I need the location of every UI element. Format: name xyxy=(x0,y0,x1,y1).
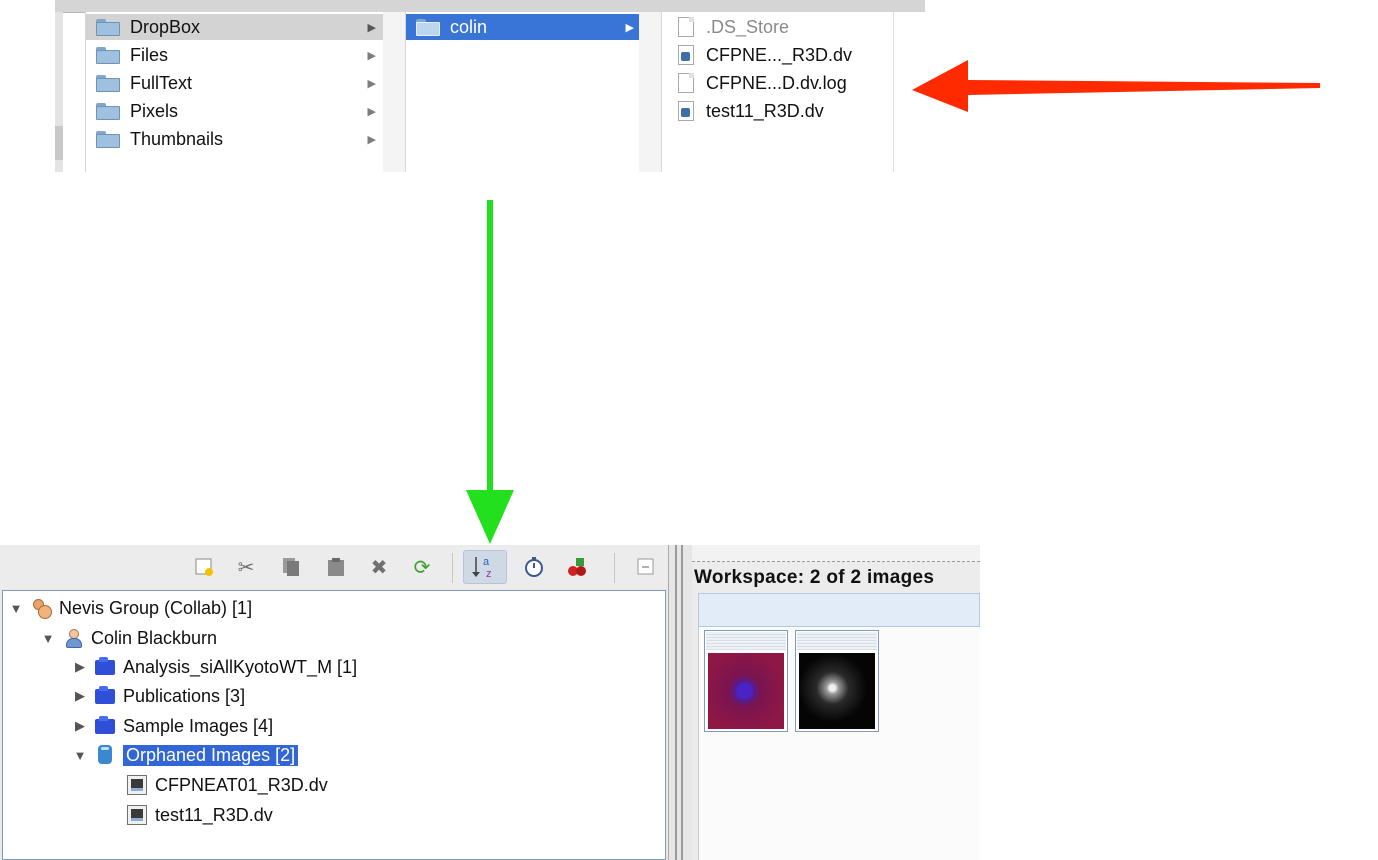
svg-text:a: a xyxy=(483,556,490,568)
tree-node-label: CFPNEAT01_R3D.dv xyxy=(155,774,328,795)
image-thumbnail[interactable] xyxy=(704,630,788,732)
data-manager-panel: ✂ ✖ ⟳ az ▼ Nevis Group (Collab) [1] ▼ Co… xyxy=(0,545,668,860)
thumbnail-image xyxy=(708,653,784,729)
expand-triangle-icon[interactable]: ▼ xyxy=(73,748,87,763)
tree-toolbar: ✂ ✖ ⟳ az xyxy=(0,545,668,589)
tree-node-orphaned-images[interactable]: ▼ Orphaned Images [2] xyxy=(73,741,299,769)
workspace-header-bar xyxy=(698,593,980,627)
project-folder-icon xyxy=(95,657,115,677)
new-container-icon[interactable] xyxy=(190,553,218,581)
orphaned-images-icon xyxy=(95,745,115,765)
workspace-top-edge xyxy=(692,545,980,562)
expand-triangle-icon[interactable]: ▼ xyxy=(41,631,55,646)
paste-icon[interactable] xyxy=(322,553,350,581)
tree-node-label: Colin Blackburn xyxy=(91,627,218,648)
tree-node-project[interactable]: ▶ Publications [3] xyxy=(73,682,245,710)
svg-text:z: z xyxy=(486,568,492,580)
tree-node-group[interactable]: ▼ Nevis Group (Collab) [1] xyxy=(9,594,252,622)
delete-icon[interactable]: ✖ xyxy=(365,553,393,581)
timer-icon[interactable] xyxy=(520,553,548,581)
workspace-title: Workspace: 2 of 2 images xyxy=(694,567,935,588)
image-icon xyxy=(127,775,147,795)
tree-node-label: Publications [3] xyxy=(123,685,246,706)
red-arrow xyxy=(912,60,1320,112)
collapse-triangle-icon[interactable]: ▶ xyxy=(73,688,87,704)
project-folder-icon xyxy=(95,686,115,706)
toolbar-separator xyxy=(614,553,615,583)
thumbnail-title-bar xyxy=(706,632,786,650)
collapse-triangle-icon[interactable]: ▶ xyxy=(73,718,87,734)
copy-icon[interactable] xyxy=(277,553,305,581)
image-icon xyxy=(127,805,147,825)
refresh-icon[interactable]: ⟳ xyxy=(408,553,436,581)
tag-icon[interactable] xyxy=(564,553,592,581)
project-folder-icon xyxy=(95,716,115,736)
data-tree: ▼ Nevis Group (Collab) [1] ▼ Colin Black… xyxy=(2,590,666,860)
tree-node-label: Orphaned Images [2] xyxy=(123,744,299,766)
tree-node-label: Nevis Group (Collab) [1] xyxy=(59,597,253,618)
thumbnail-title-bar xyxy=(797,632,877,650)
tree-node-image[interactable]: test11_R3D.dv xyxy=(105,801,273,829)
thumbnail-image xyxy=(799,653,875,729)
toolbar-separator xyxy=(452,553,453,583)
tree-node-label: Analysis_siAllKyotoWT_M [1] xyxy=(123,656,358,677)
image-thumbnail[interactable] xyxy=(795,630,879,732)
expand-triangle-icon[interactable]: ▼ xyxy=(9,601,23,616)
tree-node-label: Sample Images [4] xyxy=(123,715,274,736)
user-icon xyxy=(63,628,83,648)
tree-node-user[interactable]: ▼ Colin Blackburn xyxy=(41,624,217,652)
group-icon xyxy=(31,598,52,619)
sort-az-icon[interactable]: az xyxy=(463,550,507,584)
green-arrow-head xyxy=(466,490,514,544)
tree-node-image[interactable]: CFPNEAT01_R3D.dv xyxy=(105,771,328,799)
workspace-panel: Workspace: 2 of 2 images xyxy=(692,545,981,860)
split-pane-divider[interactable] xyxy=(668,545,693,860)
tree-node-project[interactable]: ▶ Sample Images [4] xyxy=(73,712,273,740)
cut-icon[interactable]: ✂ xyxy=(232,553,260,581)
tree-node-label: test11_R3D.dv xyxy=(155,804,273,825)
collapse-triangle-icon[interactable]: ▶ xyxy=(73,659,87,675)
collapse-icon[interactable] xyxy=(632,553,660,581)
tree-node-project[interactable]: ▶ Analysis_siAllKyotoWT_M [1] xyxy=(73,653,357,681)
green-arrow-shaft xyxy=(487,200,493,492)
